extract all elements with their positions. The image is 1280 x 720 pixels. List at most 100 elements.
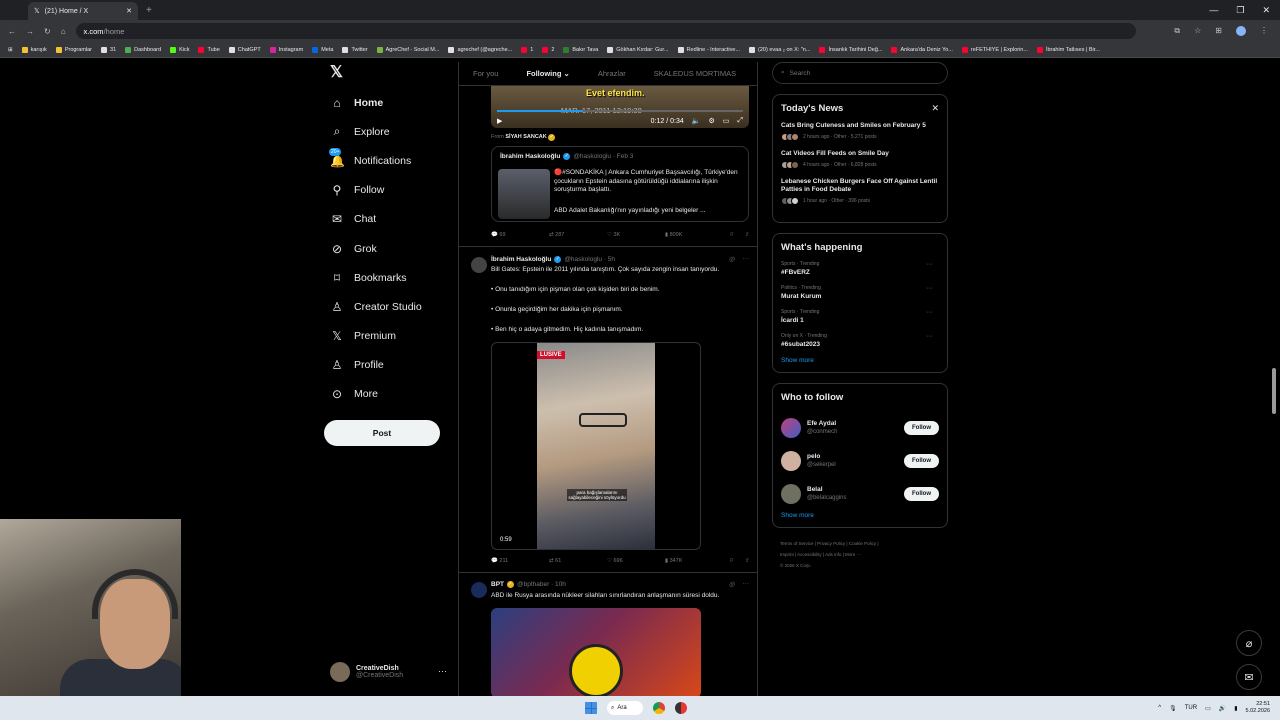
bookmark-item[interactable]: ChatGPT [228,46,261,53]
bookmark-icon[interactable]: ⌑ [730,232,733,238]
trend-item[interactable]: Politics · Trending Murat Kurum ··· [781,285,939,300]
post-button[interactable]: Post [324,420,440,446]
follow-button[interactable]: Follow [904,486,939,501]
from-name[interactable]: SİYAH SANCAK [505,134,546,140]
minimize-icon[interactable]: — [1209,5,1218,16]
bookmark-item[interactable]: Bakır Tava [563,46,598,53]
sidebar-item-notifications[interactable]: 🔔 20+ Notifications [324,146,454,175]
app-icon[interactable] [675,702,687,714]
bookmark-item[interactable]: 2 [542,46,554,53]
trend-item[interactable]: Sports · Trending #FBvERZ ··· [781,261,939,276]
star-icon[interactable]: ☆ [1194,26,1201,36]
extensions-icon[interactable]: ⊞ [1215,26,1222,36]
avatar[interactable] [781,417,801,438]
sidebar-item-more[interactable]: ⊙ More [324,380,454,409]
back-icon[interactable]: ← [8,27,16,36]
play-icon[interactable]: ▶ [497,117,502,125]
sidebar-item-chat[interactable]: ✉ Chat [324,205,454,234]
avatar[interactable] [781,450,801,471]
close-icon[interactable]: ✕ [931,103,939,114]
menu-icon[interactable]: ⋮ [1260,26,1268,36]
chevron-up-icon[interactable]: ^ [1158,705,1161,711]
x-logo-icon[interactable]: 𝕏 [330,62,454,88]
show-more-link[interactable]: Show more [781,357,939,364]
bookmark-item[interactable]: reFETHIYE | Explorin... [961,46,1028,53]
scrollbar-thumb[interactable] [1272,368,1276,414]
news-item[interactable]: Cat Videos Fill Feeds on Smile Day 4 hour… [781,150,939,169]
windows-start-icon[interactable] [585,702,597,714]
close-window-icon[interactable]: ✕ [1262,5,1270,16]
account-switcher[interactable]: CreativeDish @CreativeDish ··· [330,662,450,682]
avatar[interactable] [471,257,487,273]
scrollbar[interactable] [1272,62,1278,696]
bookmark-item[interactable]: AgreChef - Social M... [376,46,439,53]
sidebar-item-grok[interactable]: ⊘ Grok [324,234,454,263]
pip-icon[interactable]: ▭ [723,117,730,125]
more-dots-icon[interactable]: ··· [926,285,933,292]
bookmark-item[interactable]: karışık [21,46,47,53]
more-dots-icon[interactable]: ··· [926,309,933,316]
close-tab-icon[interactable]: ✕ [126,7,132,15]
sidebar-item-bookmarks[interactable]: ⌑ Bookmarks [324,263,454,292]
suggestion-name[interactable]: Efe Aydal [807,420,837,427]
tweet-image[interactable] [491,608,701,696]
bookmark-item[interactable]: İbrahim Tatlıses | Bir... [1036,46,1100,53]
like-button[interactable]: ♡ 696 [607,558,665,564]
bookmark-icon[interactable]: ⌑ [730,558,733,564]
views-button[interactable]: ▮ 809K [665,232,723,238]
reply-button[interactable]: 💬 211 [491,558,549,564]
video-progress[interactable] [497,110,743,112]
avatar[interactable] [471,582,487,598]
suggestion-name[interactable]: pelo [807,453,836,460]
tab-skaledus[interactable]: SKALEDUS MORTIMAS [640,69,750,78]
search-input[interactable]: ⌕ Search [772,62,948,84]
tab-ahrazlar[interactable]: Ahrazlar [584,69,640,78]
bookmark-item[interactable]: Ankara'da Deniz Yo... [891,46,953,53]
bookmark-item[interactable]: 31 [101,46,116,53]
tab-for-you[interactable]: For you [459,69,512,78]
bookmark-item[interactable]: Redline - Interactive... [677,46,740,53]
sidebar-item-home[interactable]: ⌂ Home [324,88,454,117]
address-bar[interactable]: x.com/home [75,23,1136,39]
share-icon[interactable]: ⇪ [744,232,749,238]
apps-grid-icon[interactable]: ⊞ [8,47,13,53]
share-icon[interactable]: ⇪ [744,558,749,564]
maximize-icon[interactable]: ❐ [1236,5,1244,16]
settings-icon[interactable]: ⚙ [708,117,714,125]
bookmark-item[interactable]: Meta [312,46,333,53]
trend-item[interactable]: Sports · Trending İcardi 1 ··· [781,309,939,324]
tab-following[interactable]: Following ⌄ [512,69,583,78]
bookmark-item[interactable]: agrechef (@agreche... [448,46,512,53]
sidebar-item-premium[interactable]: 𝕏 Premium [324,322,454,351]
bookmark-item[interactable]: Dashboard [125,46,161,53]
show-more-link[interactable]: Show more [781,512,939,519]
chrome-icon[interactable] [653,702,665,714]
news-item[interactable]: Cats Bring Cuteness and Smiles on Februa… [781,122,939,141]
profile-avatar-icon[interactable] [1236,26,1246,36]
volume-icon[interactable]: 🔈 [692,117,701,125]
more-dots-icon[interactable]: ··· [438,666,447,676]
microphone-icon[interactable]: 🎙 [1169,705,1177,712]
quote-tweet[interactable]: İbrahim Haskoloğlu ✓ @haskologlu · Feb 3 🔴… [491,146,749,222]
follow-button[interactable]: Follow [904,453,939,468]
views-button[interactable]: ▮ 347K [665,558,723,564]
messages-fab-icon[interactable]: ✉ [1236,664,1262,690]
bookmark-item[interactable]: (20) evaa ₂ on X: "n... [749,46,810,53]
sidebar-item-explore[interactable]: ⌕ Explore [324,117,454,146]
grok-fab-icon[interactable]: ⌀ [1236,630,1262,656]
bookmark-item[interactable]: Programlar [55,46,92,53]
sidebar-item-creator-studio[interactable]: ♙ Creator Studio [324,292,454,321]
speaker-icon[interactable]: 🔊 [1219,705,1226,712]
bookmark-item[interactable]: Tube [198,46,220,53]
more-dots-icon[interactable]: ··· [743,580,750,588]
news-item[interactable]: Lebanese Chicken Burgers Face Off Agains… [781,178,939,205]
forward-icon[interactable]: → [26,27,34,36]
more-dots-icon[interactable]: ··· [926,333,933,340]
repost-button[interactable]: ⇄ 61 [549,558,607,564]
sidebar-item-follow[interactable]: ⚲ Follow [324,176,454,205]
sidebar-item-profile[interactable]: ♙ Profile [324,351,454,380]
bookmark-item[interactable]: Gökhan Kırdar: Gur... [607,46,669,53]
follow-button[interactable]: Follow [904,420,939,435]
reply-button[interactable]: 💬 69 [491,232,549,238]
bookmark-item[interactable]: Kick [170,46,189,53]
